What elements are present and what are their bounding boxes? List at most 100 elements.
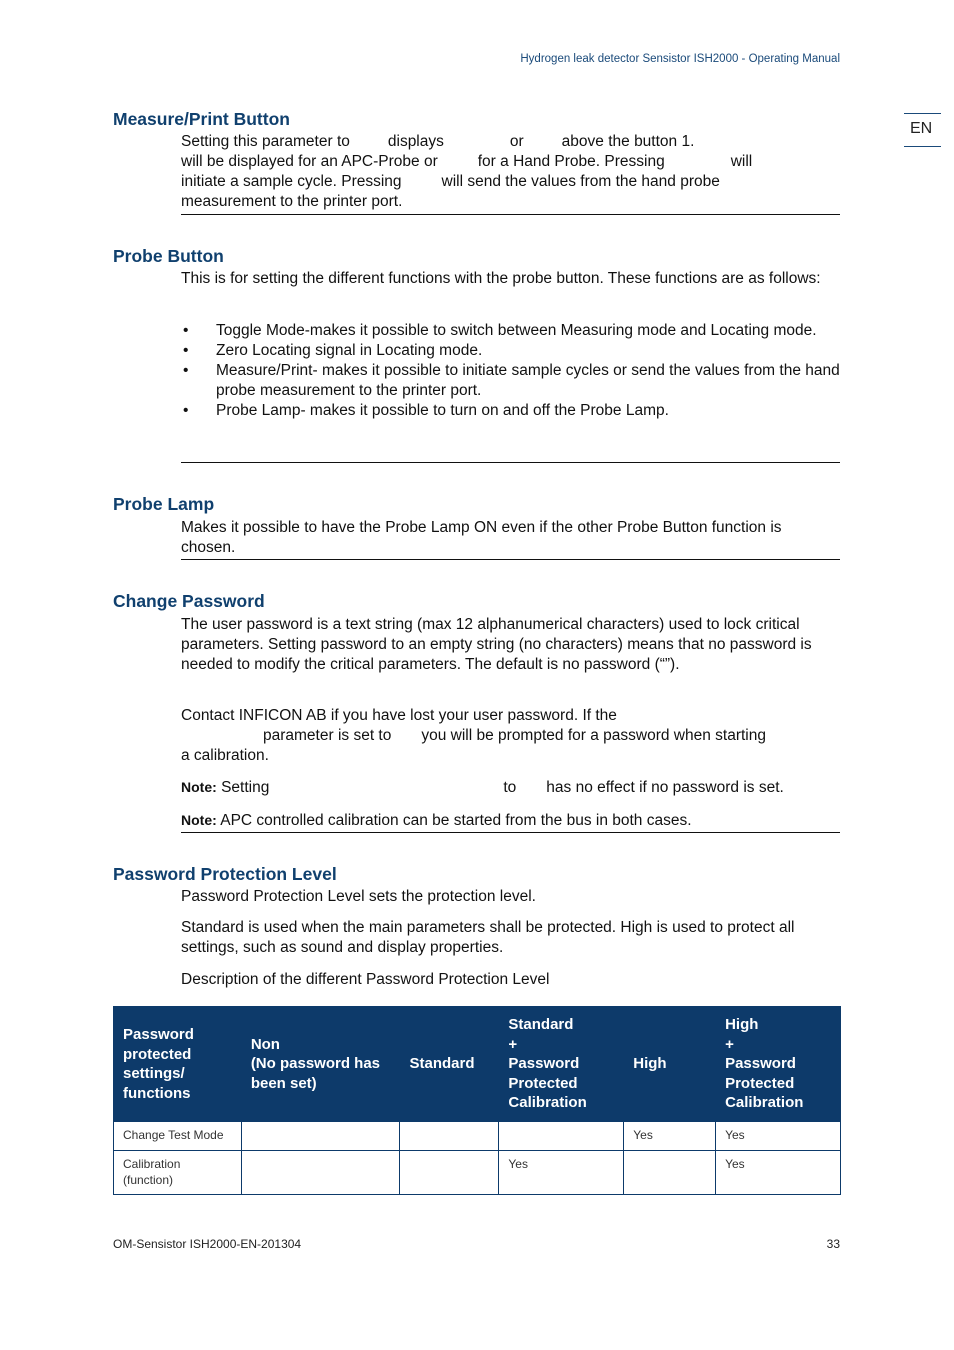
text: or [509,133,524,150]
text: Contact INFICON AB if you have lost your… [181,707,617,724]
heading-measure-print-button: Measure/Print Button [113,109,290,129]
change-password-description: The user password is a text string (max … [181,616,812,673]
text: settings/ [123,1065,185,1082]
table-cell [623,1150,717,1195]
table-row: Change Test Mode Yes Yes [113,1121,841,1151]
table-cell [399,1121,500,1151]
list-item: • Probe Lamp- makes it possible to turn o… [181,401,841,421]
text: Standard [409,1055,475,1073]
table-cell: Calibration (function) [113,1150,242,1195]
text: APC controlled calibration can be starte… [220,812,692,829]
text: will send the values from the hand probe [441,173,720,190]
bullet-icon: • [183,362,189,379]
text: Password [725,1055,796,1073]
table-row: Calibration (function) Yes Yes [113,1150,841,1195]
heading-probe-lamp: Probe Lamp [113,494,215,514]
change-password-contact: Contact INFICON AB if you have lost your… [181,706,841,766]
text: High [725,1016,759,1034]
text: has no effect if no password is set. [546,779,784,796]
list-item-text: Zero Locating signal in Locating mode. [216,342,483,359]
heading-password-protection-level: Password Protection Level [113,864,337,884]
text: Setting this parameter to [181,133,350,150]
text: Non [250,1035,280,1053]
table-cell: Yes [715,1121,841,1151]
list-item: • Measure/Print- makes it possible to ini… [181,361,841,401]
column-header: Password protected settings/functions [113,1006,242,1122]
probe-button-intro: This is for setting the different functi… [181,270,821,287]
text: protected [123,1045,192,1063]
text: been set) [250,1074,317,1092]
column-header: Non (No password has been set) [240,1006,401,1122]
protection-level-explanation: Standard is used when the main parameter… [181,919,795,956]
note-label: Note: [181,812,217,828]
text: + [725,1035,734,1053]
heading-probe-button: Probe Button [113,246,224,266]
table-cell: Yes [623,1121,717,1151]
heading-change-password: Change Password [113,591,265,611]
language-tab-label: EN [910,120,933,137]
list-item: • Zero Locating signal in Locating mode. [181,341,841,361]
list-item: • Toggle Mode-makes it possible to switch… [181,321,841,341]
text: Protected [508,1074,578,1092]
text: Calibration [725,1094,804,1112]
table-cell [399,1150,500,1195]
column-header: Standard [399,1006,500,1122]
bullet-icon: • [183,342,189,359]
text: Setting [221,779,270,796]
text: Standard [508,1016,574,1034]
column-header: Standard + Password Protected Calibration [498,1006,625,1122]
note-password-setting: Note: Setting to has no effect if no passw… [181,777,841,798]
running-header-title: Hydrogen leak detector Sensistor ISH2000… [520,53,840,65]
bullet-icon: • [183,402,189,419]
text: (No password has [250,1055,381,1073]
table-cell: Yes [498,1150,625,1195]
protection-level-intro: Password Protection Level sets the prote… [181,888,536,905]
section-divider [181,559,840,560]
text: measurement to the printer port. [181,193,403,210]
footer-page-number: 33 [826,1237,840,1251]
footer-document-id: OM-Sensistor ISH2000-EN-201304 [113,1237,302,1251]
list-item-text: Toggle Mode-makes it possible to switch … [216,322,817,339]
text: + [508,1035,518,1053]
text: functions [123,1084,191,1102]
protection-level-table-caption: Description of the different Password Pr… [181,971,550,988]
section-divider [181,462,840,463]
text: Calibration [123,1157,181,1171]
text: will be displayed for an APC-Probe or [181,153,438,170]
text: you will be prompted for a password when… [421,727,766,744]
text: to [503,779,517,796]
text: parameter is set to [263,727,392,744]
note-label: Note: [181,779,217,795]
text: Calibration [508,1094,587,1112]
password-protection-table: Password protected settings/functions Non (… [113,1006,841,1195]
table-cell: Yes [715,1150,841,1195]
text: will [730,153,753,170]
text: above the button 1. [561,133,695,150]
text: (function) [123,1173,174,1187]
list-item-text: Probe Lamp- makes it possible to turn on… [216,402,669,419]
text: Password [508,1055,580,1073]
section-divider [181,214,840,215]
column-header: High [623,1006,717,1122]
table-cell [240,1150,401,1195]
probe-button-function-list: • Toggle Mode-makes it possible to switch… [181,321,841,421]
bullet-icon: • [183,322,189,339]
note-apc-calibration: Note: APC controlled calibration can be … [181,810,841,831]
table-cell [240,1121,401,1151]
probe-lamp-description: Makes it possible to have the Probe Lamp… [181,519,782,556]
measure-print-description: Setting this parameter to displays or above… [181,132,841,212]
section-divider [181,832,840,833]
column-header: High + Password Protected Calibration [715,1006,841,1122]
language-tab: EN [904,113,941,147]
text: for a Hand Probe. Pressing [477,153,665,170]
list-item-text: Measure/Print- makes it possible to init… [216,362,840,399]
table-cell [498,1121,625,1151]
text: High [633,1055,667,1073]
text: Protected [725,1074,795,1092]
table-header-row: Password protected settings/functions Non (… [113,1006,841,1122]
table-cell: Change Test Mode [113,1121,242,1151]
text: displays [387,133,444,150]
text: Password [123,1026,194,1043]
text: a calibration. [181,747,269,764]
text: initiate a sample cycle. Pressing [181,173,402,190]
